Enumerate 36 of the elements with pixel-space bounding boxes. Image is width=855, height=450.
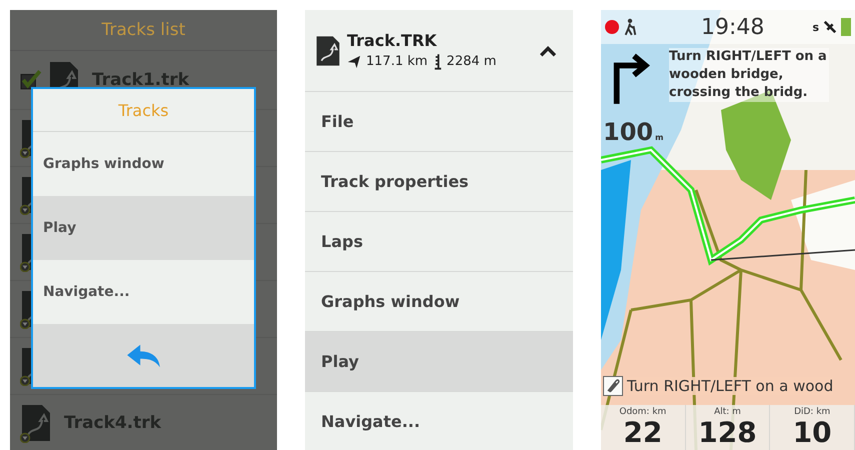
menu-item[interactable]: Play	[33, 196, 254, 260]
track-elevation: 2284 m	[446, 54, 496, 69]
field-value: 10	[792, 417, 832, 449]
field-value: 22	[623, 417, 662, 449]
track-name: Track1.trk	[92, 70, 190, 90]
clock-time: 19:48	[701, 14, 766, 40]
turn-distance: 100 m	[603, 118, 664, 146]
menu-item[interactable]: File	[305, 92, 573, 152]
menu-item[interactable]: Track properties	[305, 152, 573, 212]
track-file-icon	[315, 34, 341, 68]
data-field[interactable]: Odom: km 22	[601, 405, 686, 450]
distance-arrow-icon	[347, 54, 361, 68]
gps-label: s	[812, 20, 819, 34]
field-value: 128	[698, 417, 757, 449]
banner-text: Turn RIGHT/LEFT on a wood	[627, 377, 834, 395]
screen-title: Tracks list	[10, 10, 277, 51]
track-header[interactable]: Track.TRK 117.1 km 2284 m	[305, 10, 573, 92]
hiker-icon	[623, 18, 637, 36]
field-label: DiD: km	[794, 407, 830, 417]
track-name: Track4.trk	[64, 413, 162, 433]
battery-icon	[841, 18, 851, 36]
data-field[interactable]: Alt: m 128	[686, 405, 770, 450]
menu-item[interactable]: Laps	[305, 212, 573, 272]
dialog-title: Tracks	[33, 89, 254, 132]
menu-item[interactable]: Navigate...	[33, 260, 254, 324]
menu-item[interactable]: Graphs window	[33, 132, 254, 196]
data-field[interactable]: DiD: km 10	[770, 405, 855, 450]
turn-instruction: Turn RIGHT/LEFT on a wooden bridge, crossing the bridg.	[669, 48, 829, 102]
field-label: Alt: m	[714, 407, 741, 417]
track-distance: 117.1 km	[366, 54, 428, 69]
menu-item[interactable]: Navigate...	[305, 392, 573, 450]
track-title: Track.TRK	[347, 31, 438, 50]
menu-item[interactable]: Play	[305, 332, 573, 392]
chevron-up-icon[interactable]	[539, 44, 557, 56]
field-label: Odom: km	[619, 407, 666, 417]
ruler-icon	[432, 53, 442, 70]
